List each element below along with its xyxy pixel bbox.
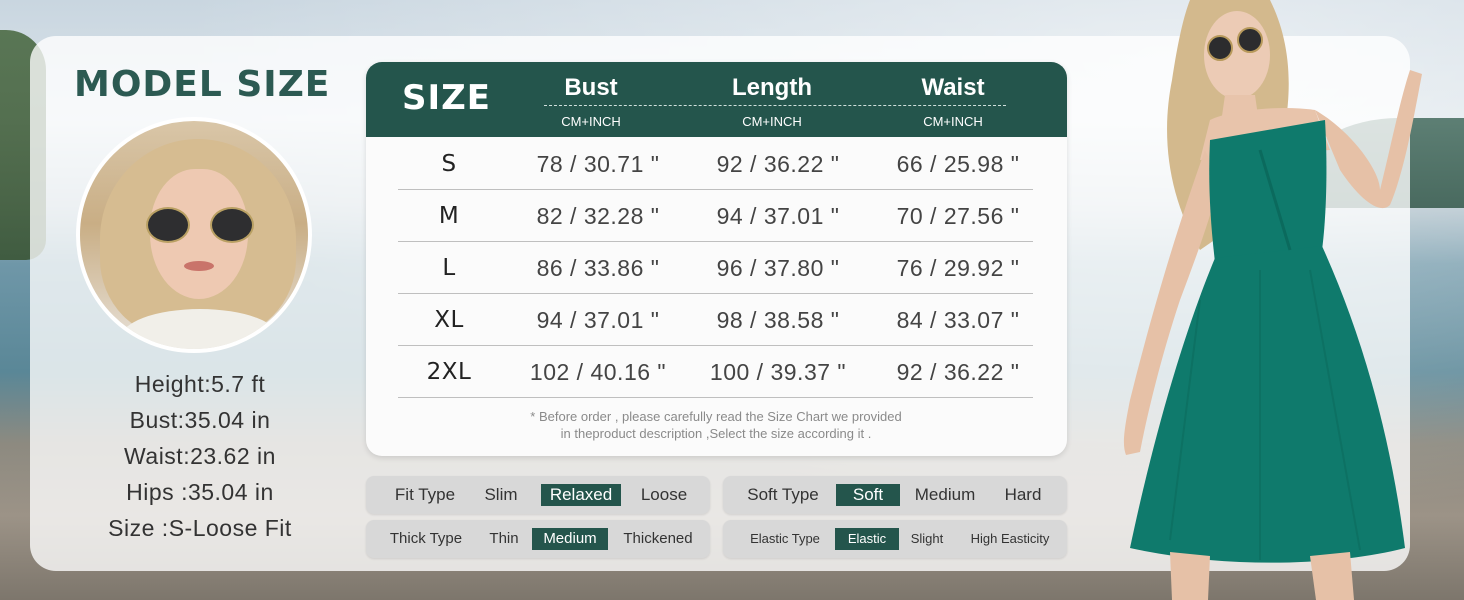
size-row: XL 94 / 37.01 " 98 / 38.58 " 84 / 33.07 … — [398, 294, 1033, 346]
soft-option-hard: Hard — [1004, 485, 1042, 504]
fit-option-relaxed: Relaxed — [541, 484, 621, 506]
model-figure — [1123, 0, 1422, 600]
size-row: L 86 / 33.86 " 96 / 37.80 " 76 / 29.92 " — [398, 242, 1033, 294]
thick-option-thin: Thin — [489, 530, 519, 547]
soft-type-label: Soft Type — [747, 485, 819, 504]
size-column-header: SIZE — [402, 78, 492, 118]
model-stats: Height:5.7 ft Bust:35.04 in Waist:23.62 … — [70, 366, 330, 546]
soft-option-medium: Medium — [914, 485, 976, 504]
elastic-option-high: High Easticity — [970, 531, 1050, 546]
elastic-type-pill: Elastic Type Elastic Slight High Eastici… — [723, 520, 1067, 558]
fit-type-label: Fit Type — [394, 485, 456, 504]
model-size: Size :S-Loose Fit — [108, 515, 292, 541]
size-chart-note: * Before order , please carefully read t… — [530, 409, 902, 441]
model-waist: Waist:23.62 in — [124, 443, 276, 469]
elastic-option-slight: Slight — [910, 531, 944, 546]
sunglasses-icon — [146, 207, 254, 243]
size-row: 2XL 102 / 40.16 " 100 / 39.37 " 92 / 36.… — [398, 346, 1033, 398]
header-divider — [544, 105, 1006, 106]
model-height: Height:5.7 ft — [134, 371, 266, 397]
bust-column-header: Bust CM+INCH — [561, 74, 621, 129]
fit-type-pill: Fit Type Slim Relaxed Loose — [366, 476, 710, 514]
model-hips: Hips :35.04 in — [126, 479, 274, 505]
soft-option-soft: Soft — [836, 484, 900, 506]
size-row: M 82 / 32.28 " 94 / 37.01 " 70 / 27.56 " — [398, 190, 1033, 242]
fit-option-loose: Loose — [640, 485, 688, 504]
elastic-option-elastic: Elastic — [835, 528, 899, 550]
size-chart-header: SIZE Bust CM+INCH Length CM+INCH Waist C… — [366, 62, 1067, 137]
waist-column-header: Waist CM+INCH — [921, 74, 985, 129]
size-row: S 78 / 30.71 " 92 / 36.22 " 66 / 25.98 " — [398, 138, 1033, 190]
size-chart-card: SIZE Bust CM+INCH Length CM+INCH Waist C… — [366, 62, 1067, 456]
model-size-title: MODEL SIZE — [74, 64, 331, 105]
thick-type-pill: Thick Type Thin Medium Thickened — [366, 520, 710, 558]
fit-option-slim: Slim — [484, 485, 518, 504]
model-bust: Bust:35.04 in — [129, 407, 271, 433]
soft-type-pill: Soft Type Soft Medium Hard — [723, 476, 1067, 514]
thick-option-medium: Medium — [532, 528, 608, 550]
elastic-type-label: Elastic Type — [750, 531, 820, 546]
thick-type-label: Thick Type — [389, 530, 463, 547]
length-column-header: Length CM+INCH — [732, 74, 812, 129]
model-avatar — [76, 117, 312, 353]
thick-option-thickened: Thickened — [623, 530, 693, 547]
